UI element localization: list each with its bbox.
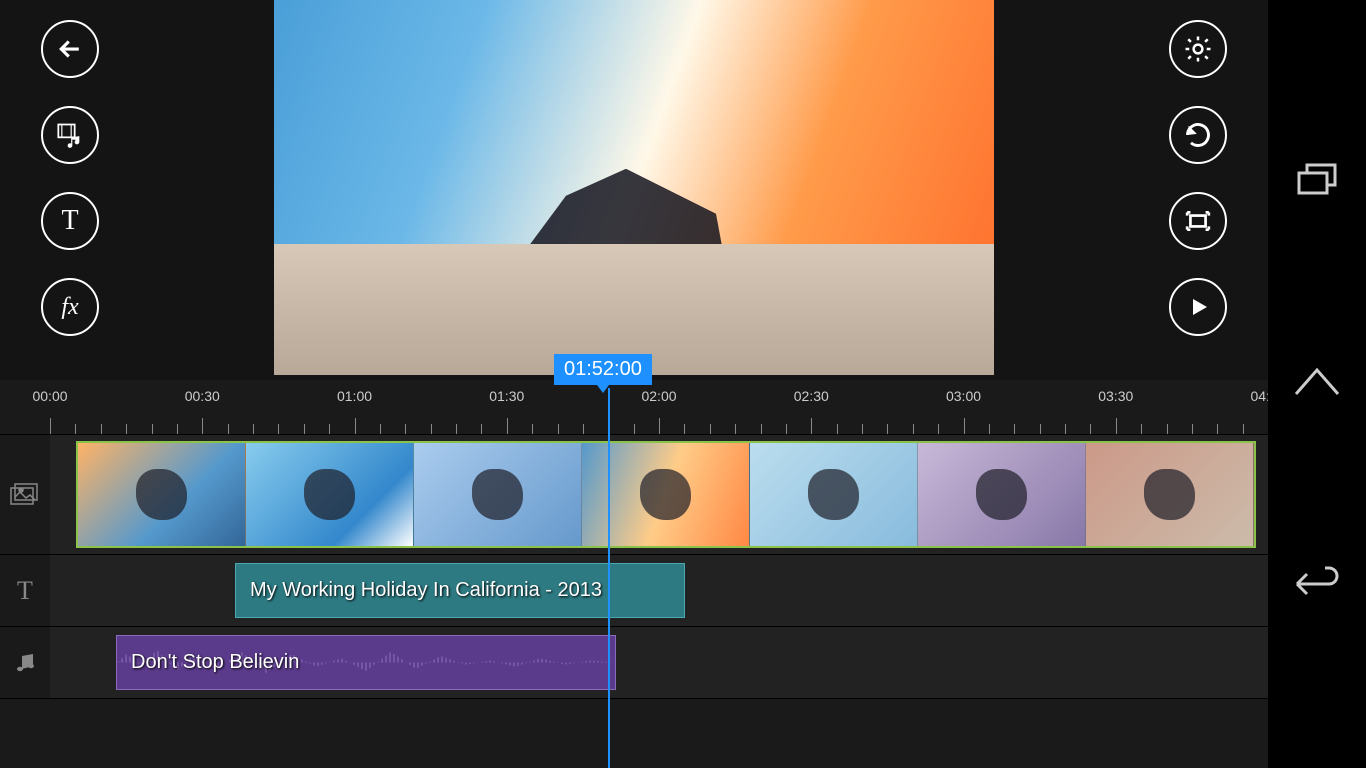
video-thumb	[414, 443, 582, 546]
ruler-label: 02:00	[641, 388, 676, 404]
video-track-body[interactable]	[50, 435, 1268, 554]
text-button[interactable]: T	[41, 192, 99, 250]
audio-track-body[interactable]: Don't Stop Believin	[50, 627, 1268, 698]
audio-clip[interactable]: Don't Stop Believin	[116, 635, 616, 690]
video-thumb	[78, 443, 246, 546]
audio-track: Don't Stop Believin	[0, 627, 1268, 699]
video-thumb	[750, 443, 918, 546]
title-clip[interactable]: My Working Holiday In California - 2013	[235, 563, 685, 618]
video-track	[0, 435, 1268, 555]
text-track-body[interactable]: My Working Holiday In California - 2013	[50, 555, 1268, 626]
undo-icon	[1184, 121, 1212, 149]
ruler-label: 01:30	[489, 388, 524, 404]
back-button[interactable]	[41, 20, 99, 78]
fx-icon: fx	[61, 294, 78, 321]
playhead[interactable]: 01:52:00	[608, 388, 610, 768]
recent-apps-button[interactable]	[1295, 161, 1339, 202]
audio-track-head	[0, 627, 50, 698]
left-toolbar: T fx	[0, 0, 140, 380]
video-thumb	[1086, 443, 1254, 546]
title-clip-label: My Working Holiday In California - 2013	[250, 579, 602, 602]
preview-viewport[interactable]	[140, 0, 1128, 380]
recent-apps-icon	[1295, 161, 1339, 197]
undo-button[interactable]	[1169, 106, 1227, 164]
ruler-label: 03:30	[1098, 388, 1133, 404]
right-toolbar	[1128, 0, 1268, 380]
fx-button[interactable]: fx	[41, 278, 99, 336]
preview-frame	[274, 0, 994, 375]
fullscreen-icon	[1185, 208, 1211, 234]
arrow-left-icon	[55, 34, 85, 64]
home-icon	[1292, 364, 1342, 398]
preview-section: T fx	[0, 0, 1268, 380]
text-track: T My Working Holiday In California - 201…	[0, 555, 1268, 627]
ruler-label: 00:30	[185, 388, 220, 404]
video-clip[interactable]	[76, 441, 1256, 548]
image-stack-icon	[10, 483, 40, 507]
timeline-section: 00:00 00:30 01:00 01:30 02:00 02:30 03:00 03:30…	[0, 380, 1268, 768]
music-note-icon	[13, 651, 37, 675]
ruler-label: 00:00	[32, 388, 67, 404]
android-nav-bar	[1268, 0, 1366, 768]
settings-button[interactable]	[1169, 20, 1227, 78]
video-track-head	[0, 435, 50, 554]
play-button[interactable]	[1169, 278, 1227, 336]
gear-icon	[1183, 34, 1213, 64]
play-icon	[1186, 295, 1210, 319]
home-button[interactable]	[1292, 364, 1342, 403]
text-icon: T	[61, 205, 78, 237]
audio-clip-label: Don't Stop Believin	[131, 651, 299, 674]
ruler-label: 01:00	[337, 388, 372, 404]
video-thumb	[918, 443, 1086, 546]
timeline-ruler[interactable]: 00:00 00:30 01:00 01:30 02:00 02:30 03:00 03:30…	[0, 380, 1268, 435]
playhead-time: 01:52:00	[554, 354, 652, 385]
back-icon	[1293, 566, 1341, 602]
ruler-label: 03:00	[946, 388, 981, 404]
film-music-icon	[56, 121, 84, 149]
text-track-head: T	[0, 555, 50, 626]
fullscreen-button[interactable]	[1169, 192, 1227, 250]
video-thumb	[246, 443, 414, 546]
android-back-button[interactable]	[1293, 566, 1341, 607]
media-button[interactable]	[41, 106, 99, 164]
ruler-label: 02:30	[794, 388, 829, 404]
